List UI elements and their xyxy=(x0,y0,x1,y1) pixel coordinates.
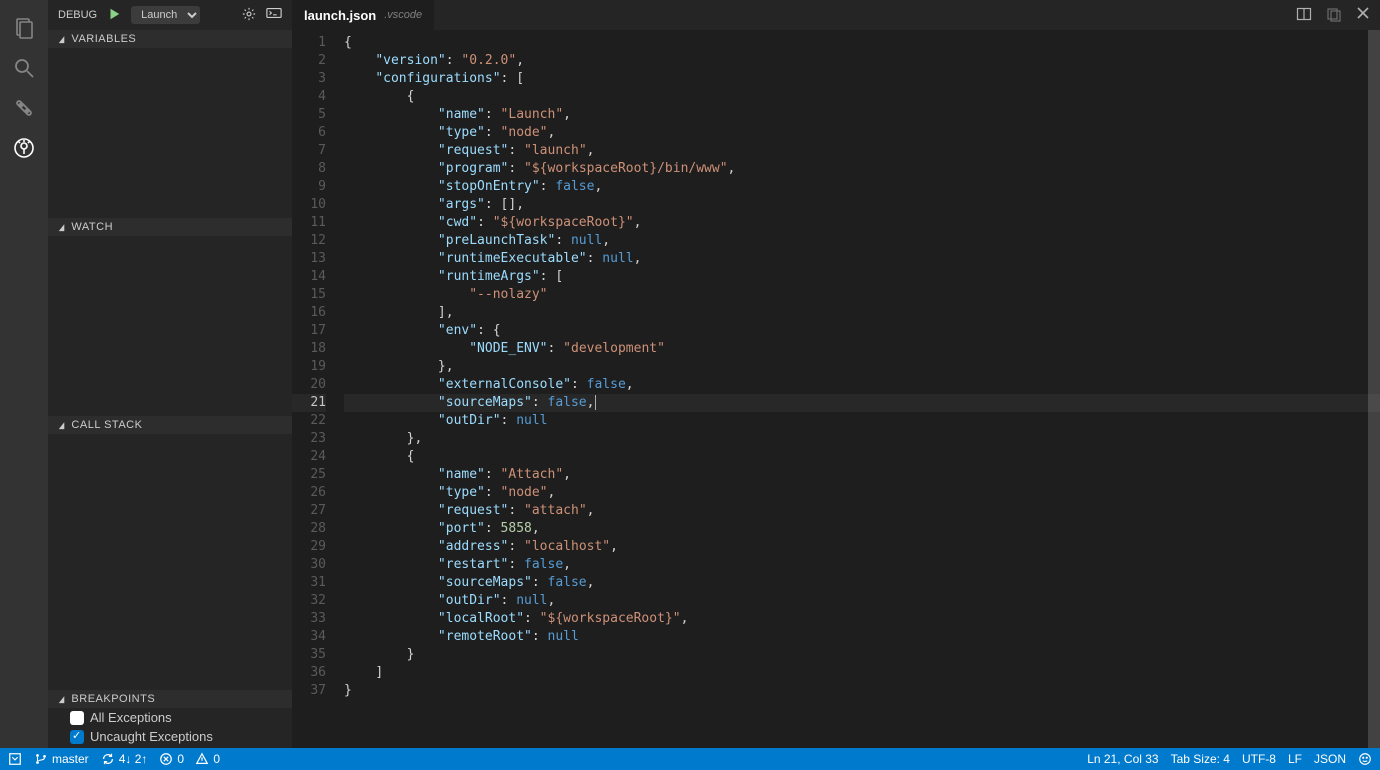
remote-icon[interactable] xyxy=(8,752,22,766)
language-mode[interactable]: JSON xyxy=(1314,752,1346,766)
search-icon[interactable] xyxy=(0,48,48,88)
breakpoints-panel: All Exceptions Uncaught Exceptions xyxy=(48,708,292,748)
debug-config-select[interactable]: Launch xyxy=(131,6,200,24)
activity-bar xyxy=(0,0,48,748)
callstack-panel xyxy=(48,434,292,690)
errors-indicator[interactable]: 0 0 xyxy=(159,752,220,766)
breakpoint-label: Uncaught Exceptions xyxy=(90,729,213,744)
breakpoint-row[interactable]: Uncaught Exceptions xyxy=(48,727,292,746)
debug-header: DEBUG Launch xyxy=(48,0,292,30)
variables-panel xyxy=(48,48,292,218)
sync-indicator[interactable]: 4↓ 2↑ xyxy=(101,752,148,766)
chevron-down-icon: ◢ xyxy=(59,34,65,45)
start-debug-icon[interactable] xyxy=(107,7,121,24)
gear-icon[interactable] xyxy=(242,7,256,24)
debug-title: DEBUG xyxy=(58,9,97,21)
text-cursor xyxy=(595,395,596,410)
branch-indicator[interactable]: master xyxy=(34,752,89,766)
scrollbar-vertical[interactable] xyxy=(1368,30,1380,748)
explorer-icon[interactable] xyxy=(0,8,48,48)
editor-area: launch.json .vscode 12345678910111213141… xyxy=(292,0,1380,748)
code-editor[interactable]: 1234567891011121314151617181920212223242… xyxy=(292,30,1380,748)
debug-sidebar: DEBUG Launch ◢ VARIABLES ◢ WATCH xyxy=(48,0,292,748)
tab-bar: launch.json .vscode xyxy=(292,0,1380,30)
breakpoint-label: All Exceptions xyxy=(90,710,172,725)
watch-header[interactable]: ◢ WATCH xyxy=(48,218,292,236)
debug-console-icon[interactable] xyxy=(266,7,282,24)
tab-size[interactable]: Tab Size: 4 xyxy=(1171,752,1230,766)
git-icon[interactable] xyxy=(0,88,48,128)
feedback-icon[interactable] xyxy=(1358,752,1372,766)
file-tab[interactable]: launch.json .vscode xyxy=(292,0,434,30)
breakpoints-header[interactable]: ◢ BREAKPOINTS xyxy=(48,690,292,708)
more-icon[interactable] xyxy=(1326,6,1342,25)
chevron-down-icon: ◢ xyxy=(59,222,65,233)
split-editor-icon[interactable] xyxy=(1296,6,1312,25)
debug-icon[interactable] xyxy=(0,128,48,168)
eol[interactable]: LF xyxy=(1288,752,1302,766)
close-icon[interactable] xyxy=(1356,6,1370,25)
checkbox[interactable] xyxy=(70,711,84,725)
variables-header[interactable]: ◢ VARIABLES xyxy=(48,30,292,48)
watch-panel xyxy=(48,236,292,416)
chevron-down-icon: ◢ xyxy=(59,420,65,431)
status-bar: master 4↓ 2↑ 0 0 Ln 21, Col 33 Tab Size:… xyxy=(0,748,1380,770)
file-folder: .vscode xyxy=(384,9,422,21)
cursor-position[interactable]: Ln 21, Col 33 xyxy=(1087,752,1158,766)
checkbox[interactable] xyxy=(70,730,84,744)
chevron-down-icon: ◢ xyxy=(59,694,65,705)
callstack-header[interactable]: ◢ CALL STACK xyxy=(48,416,292,434)
encoding[interactable]: UTF-8 xyxy=(1242,752,1276,766)
file-name: launch.json xyxy=(304,8,376,23)
breakpoint-row[interactable]: All Exceptions xyxy=(48,708,292,727)
main-area: DEBUG Launch ◢ VARIABLES ◢ WATCH xyxy=(0,0,1380,748)
